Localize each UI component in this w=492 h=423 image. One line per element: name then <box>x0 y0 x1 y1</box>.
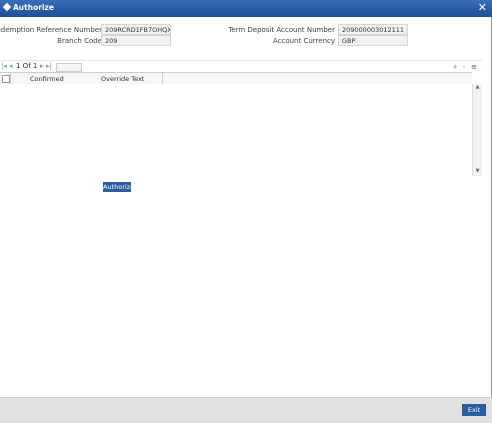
next-page-icon[interactable]: ▸ <box>40 62 44 70</box>
currency-field[interactable]: GBP <box>338 35 408 46</box>
grid-body <box>0 84 472 176</box>
window-title: Authorize <box>13 3 54 12</box>
scroll-down-icon[interactable]: ▼ <box>473 168 482 176</box>
redemption-ref-field[interactable]: 209RCRD1FB7OHQX <box>101 24 171 35</box>
first-page-icon[interactable]: |◂ <box>1 62 7 70</box>
page-info: 1 Of 1 <box>16 62 38 70</box>
branch-code-label: Branch Code <box>57 37 102 45</box>
td-account-label: Term Deposit Account Number <box>228 26 335 34</box>
window-icon <box>2 2 12 12</box>
column-divider <box>162 73 163 84</box>
footer-bar: Exit <box>0 397 492 423</box>
redemption-ref-label: Redemption Reference Number <box>0 26 102 34</box>
column-settings-icon[interactable]: ≡ <box>470 63 478 71</box>
close-icon[interactable]: ✕ <box>478 1 487 14</box>
select-all-checkbox[interactable] <box>2 75 10 83</box>
remove-row-icon[interactable]: - <box>460 63 468 71</box>
scroll-up-icon[interactable]: ▲ <box>473 84 482 92</box>
currency-label: Account Currency <box>272 37 335 45</box>
prev-page-icon[interactable]: ◂ <box>9 62 13 70</box>
column-divider <box>10 73 11 84</box>
exit-button[interactable]: Exit <box>462 404 486 416</box>
branch-code-field[interactable]: 209 <box>101 35 171 46</box>
add-row-icon[interactable]: + <box>451 63 459 71</box>
column-header-override-text[interactable]: Override Text <box>101 75 144 83</box>
column-header-confirmed[interactable]: Confirmed <box>30 75 64 83</box>
title-bar: Authorize ✕ <box>0 0 492 17</box>
grid-scrollbar[interactable]: ▲ ▼ <box>472 84 482 176</box>
authorize-button[interactable]: Authorize <box>103 182 134 192</box>
page-goto-input[interactable] <box>56 63 82 72</box>
last-page-icon[interactable]: ▸| <box>46 62 52 70</box>
td-account-field[interactable]: 209000003012111 <box>338 24 408 35</box>
